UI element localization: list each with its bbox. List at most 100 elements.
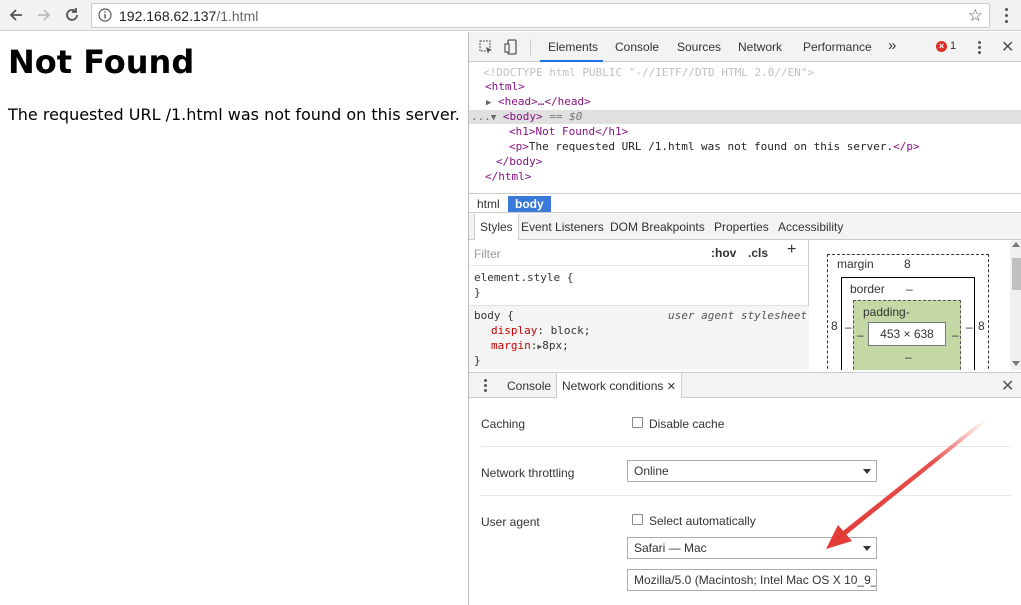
- subtab-event-listeners[interactable]: Event Listeners: [521, 220, 604, 234]
- border-right-value[interactable]: –: [966, 320, 973, 334]
- border-label: border: [850, 282, 885, 296]
- devtools-menu-icon[interactable]: [978, 41, 981, 54]
- padding-right-value[interactable]: –: [952, 328, 959, 342]
- close-drawer-icon[interactable]: ✕: [1001, 376, 1014, 396]
- border-top-value[interactable]: –: [906, 282, 913, 296]
- dom-p-open[interactable]: <p>: [509, 140, 529, 153]
- drawer-tab-console[interactable]: Console: [507, 379, 551, 393]
- devtools-tabbar: Elements Console Sources Network Perform…: [469, 32, 1021, 62]
- margin-value[interactable]: 8px;: [542, 339, 569, 352]
- star-icon[interactable]: ☆: [968, 6, 983, 26]
- inspect-icon[interactable]: [479, 40, 494, 58]
- expand-head-icon[interactable]: ▶: [486, 98, 491, 108]
- margin-left-value[interactable]: 8: [831, 319, 838, 333]
- devtools-panel: Elements Console Sources Network Perform…: [468, 32, 1021, 605]
- dom-h1[interactable]: <h1>Not Found</h1>: [509, 125, 628, 138]
- dom-head[interactable]: <head>…</head>: [498, 95, 591, 108]
- collapse-body-icon[interactable]: ▼: [491, 113, 496, 123]
- display-value[interactable]: : block;: [537, 324, 590, 337]
- dom-body-close: </body>: [496, 155, 543, 168]
- menu-icon[interactable]: [997, 4, 1015, 26]
- dom-body-open[interactable]: <body>: [503, 110, 543, 123]
- reload-icon[interactable]: [61, 4, 83, 26]
- scroll-up-icon[interactable]: [1012, 242, 1020, 247]
- error-icon[interactable]: ×: [936, 41, 947, 52]
- dom-p-text[interactable]: The requested URL /1.html was not found …: [529, 140, 893, 153]
- display-property[interactable]: display: [491, 324, 537, 337]
- body-rule-selector[interactable]: body {: [474, 309, 514, 322]
- tab-network[interactable]: Network: [738, 40, 782, 54]
- device-toolbar-icon[interactable]: [504, 39, 518, 58]
- browser-toolbar: 192.168.62.137/1.html ☆: [0, 0, 1021, 31]
- subtab-dom-breakpoints[interactable]: DOM Breakpoints: [610, 220, 705, 234]
- new-rule-button[interactable]: +: [787, 241, 796, 259]
- styles-scrollbar[interactable]: [1010, 240, 1021, 370]
- chevron-down-icon: [863, 546, 871, 551]
- url-path: /1.html: [216, 8, 259, 24]
- select-automatically-checkbox[interactable]: [632, 514, 643, 525]
- close-tab-icon[interactable]: ✕: [667, 381, 676, 393]
- drawer-menu-icon[interactable]: [484, 379, 487, 392]
- disable-cache-label[interactable]: Disable cache: [649, 417, 724, 431]
- network-conditions-panel: Caching Disable cache Network throttling…: [469, 398, 1021, 605]
- scroll-down-icon[interactable]: [1012, 361, 1020, 366]
- toolbar-divider: [530, 39, 531, 55]
- dom-html-open[interactable]: <html>: [485, 80, 525, 93]
- page-heading: Not Found: [8, 43, 195, 81]
- tab-sources[interactable]: Sources: [677, 40, 721, 54]
- breadcrumb-html[interactable]: html: [470, 196, 507, 212]
- forward-icon[interactable]: [33, 4, 55, 26]
- body-rule-close: }: [474, 354, 481, 367]
- margin-right-value[interactable]: 8: [978, 319, 985, 333]
- dom-p-close: </p>: [893, 140, 920, 153]
- padding-left-value[interactable]: –: [857, 328, 864, 342]
- throttling-row: Network throttling Online: [481, 447, 1011, 496]
- subtab-accessibility[interactable]: Accessibility: [778, 220, 843, 234]
- margin-top-value[interactable]: 8: [904, 257, 911, 271]
- dom-doctype[interactable]: <!DOCTYPE html PUBLIC "-//IETF//DTD HTML…: [483, 66, 814, 79]
- throttling-select[interactable]: Online: [627, 460, 877, 482]
- more-tabs-button[interactable]: »: [888, 37, 896, 54]
- styles-filter-input[interactable]: Filter: [474, 247, 501, 261]
- address-bar[interactable]: 192.168.62.137/1.html ☆: [91, 3, 990, 28]
- box-model-content-size[interactable]: 453 × 638: [868, 322, 946, 346]
- active-tab-indicator: [540, 60, 603, 62]
- styles-pane: Filter :hov .cls + element.style { } bod…: [469, 240, 809, 370]
- user-agent-select[interactable]: Safari — Mac: [627, 537, 877, 559]
- back-icon[interactable]: [5, 4, 27, 26]
- subtab-styles[interactable]: Styles: [474, 214, 519, 240]
- dom-html-close: </html>: [485, 170, 532, 183]
- user-agent-string-input[interactable]: Mozilla/5.0 (Macintosh; Intel Mac OS X 1…: [627, 569, 877, 591]
- element-style-close: }: [474, 286, 481, 299]
- select-automatically-label[interactable]: Select automatically: [649, 514, 756, 528]
- scrollbar-thumb[interactable]: [1012, 258, 1021, 290]
- page-message: The requested URL /1.html was not found …: [8, 105, 460, 124]
- box-model-margin[interactable]: margin 8 8 8 border – – – padding- – – –…: [827, 254, 989, 370]
- margin-property[interactable]: margin: [491, 339, 531, 352]
- disable-cache-checkbox[interactable]: [632, 417, 643, 428]
- box-model-border[interactable]: border – – – padding- – – – 453 × 638: [841, 277, 975, 370]
- tab-elements[interactable]: Elements: [548, 40, 598, 54]
- drawer-tab-network-conditions-label: Network conditions: [562, 379, 664, 393]
- elements-subtabs: Styles Event Listeners DOM Breakpoints P…: [469, 214, 1021, 240]
- url-text: 192.168.62.137/1.html: [119, 8, 258, 24]
- user-agent-value: Safari — Mac: [634, 541, 707, 555]
- user-agent-row: User agent Select automatically Safari —…: [481, 496, 1011, 605]
- breadcrumb-body[interactable]: body: [508, 196, 551, 212]
- rule-source: user agent stylesheet: [668, 309, 808, 322]
- close-icon[interactable]: ✕: [1001, 37, 1014, 57]
- caching-label: Caching: [481, 417, 526, 431]
- cls-toggle[interactable]: .cls: [748, 246, 768, 260]
- box-model-padding[interactable]: padding- – – – 453 × 638: [853, 300, 961, 370]
- tab-console[interactable]: Console: [615, 40, 659, 54]
- url-host: 192.168.62.137: [119, 8, 217, 24]
- subtab-properties[interactable]: Properties: [714, 220, 769, 234]
- tab-performance[interactable]: Performance: [803, 40, 872, 54]
- info-icon[interactable]: [98, 8, 112, 25]
- hov-toggle[interactable]: :hov: [711, 246, 736, 260]
- drawer-tab-network-conditions[interactable]: Network conditions ✕: [556, 373, 682, 398]
- element-style-selector[interactable]: element.style {: [474, 271, 573, 284]
- padding-bottom-value[interactable]: –: [905, 350, 912, 364]
- error-count[interactable]: 1: [950, 40, 956, 52]
- border-left-value[interactable]: –: [845, 320, 852, 334]
